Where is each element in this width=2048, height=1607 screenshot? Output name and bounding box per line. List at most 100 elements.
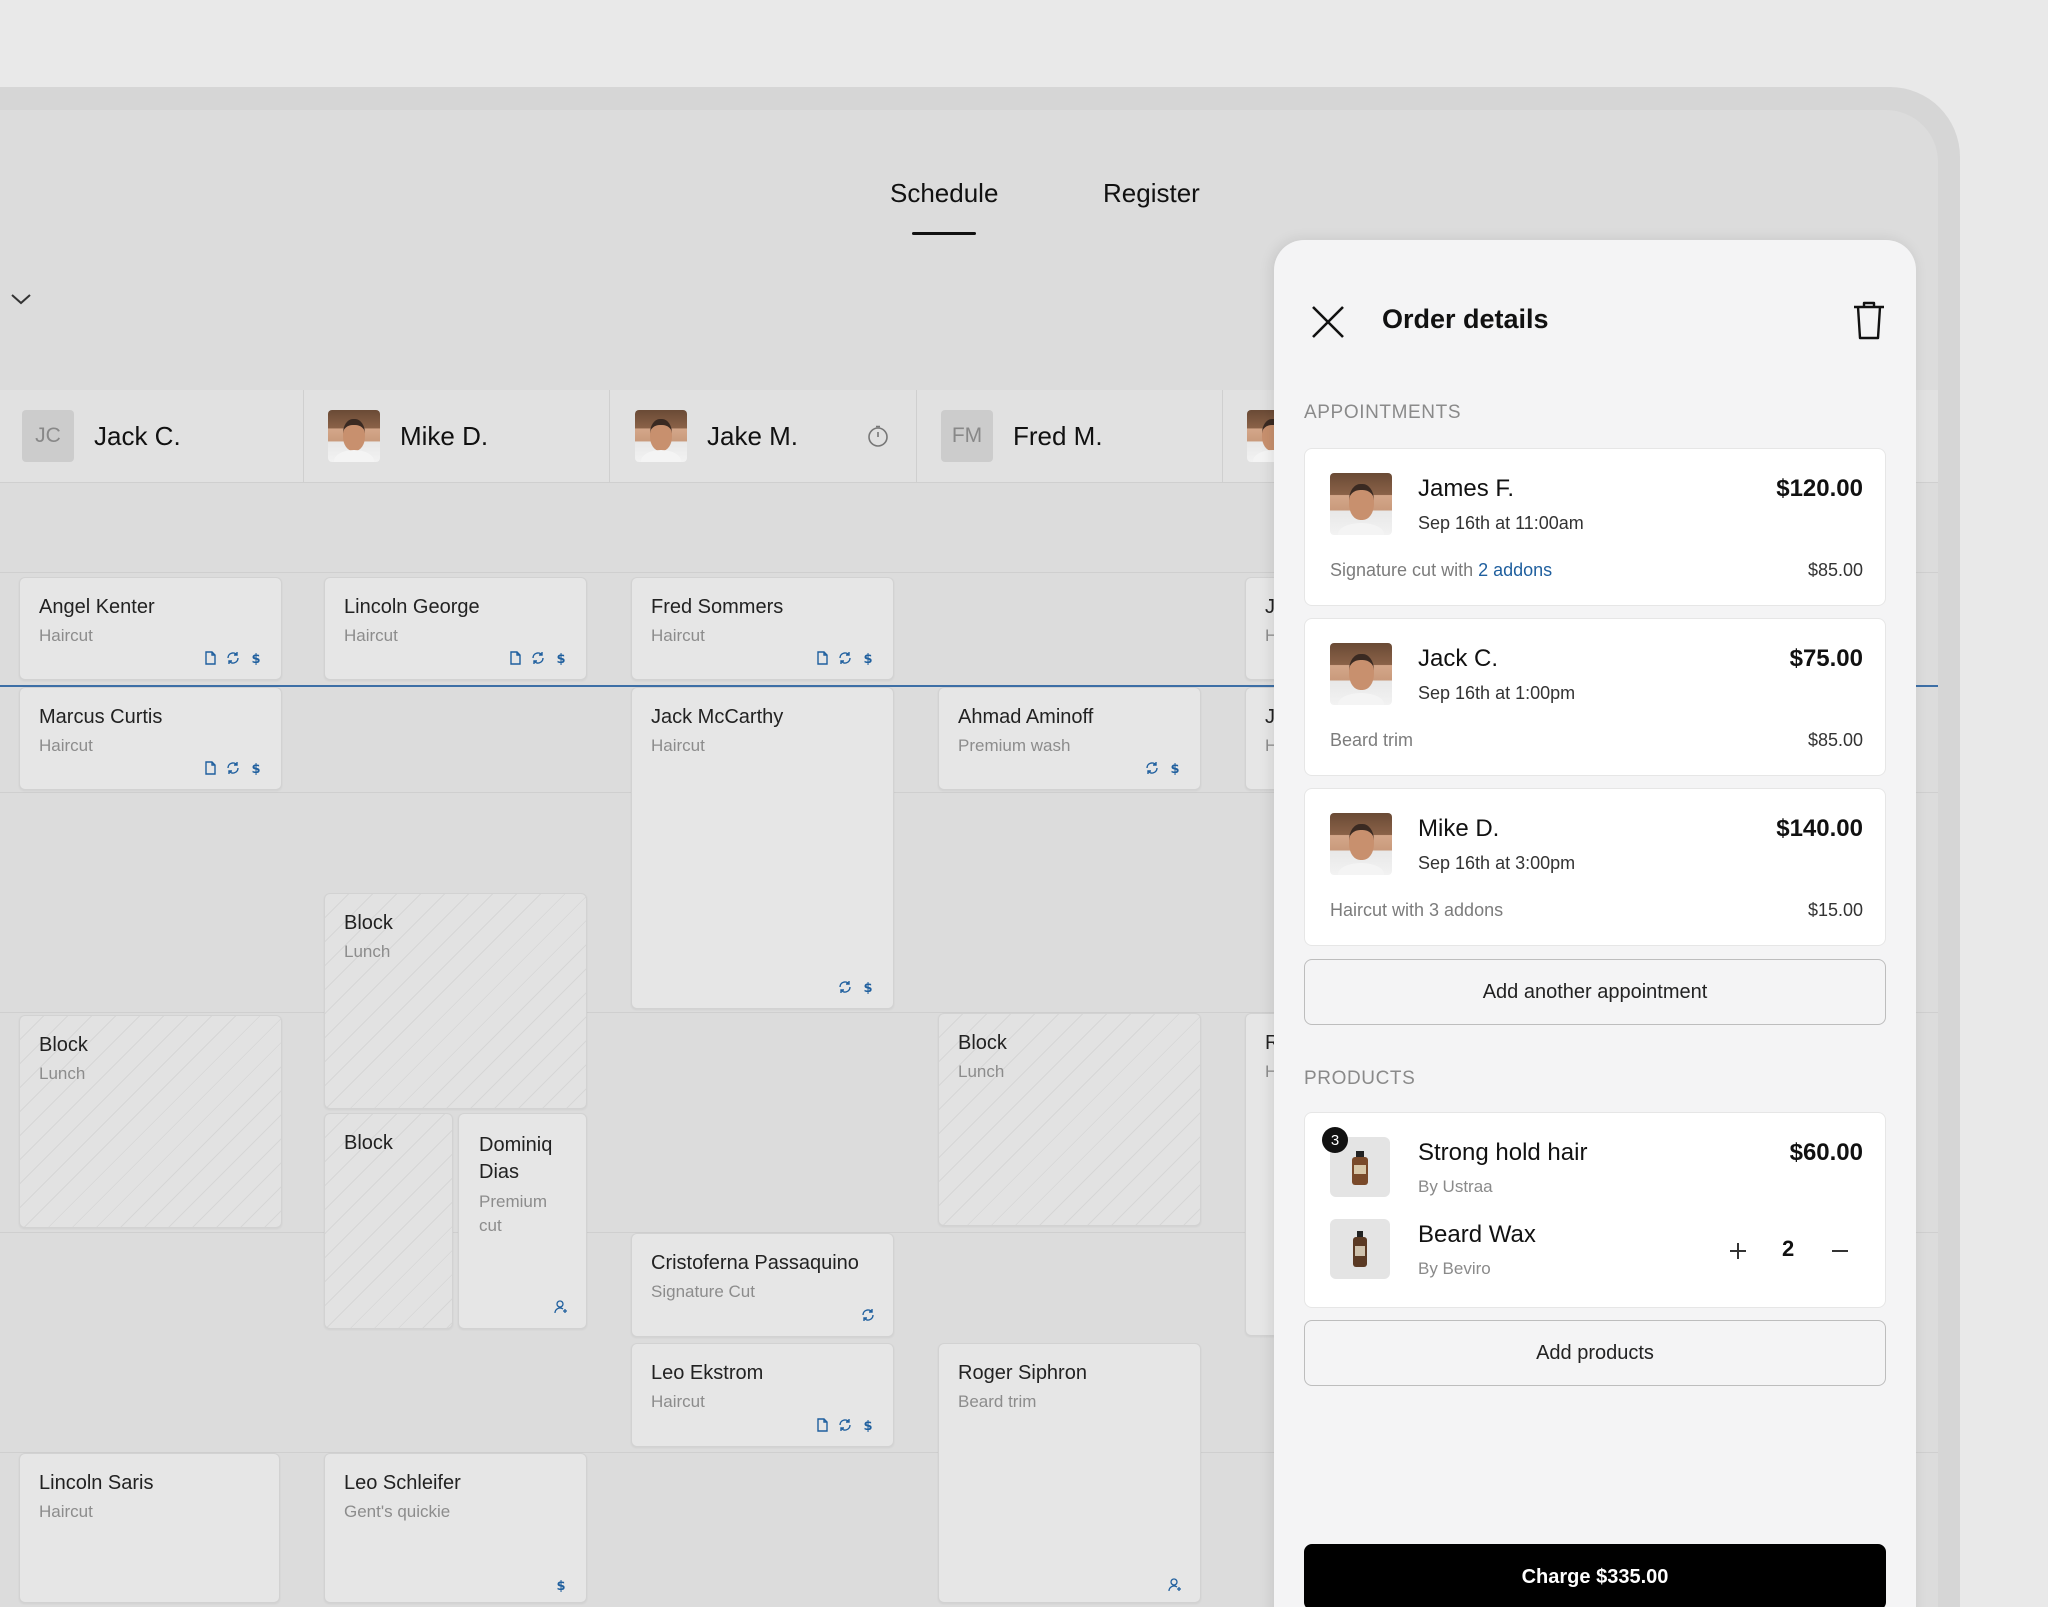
client-name: Marcus Curtis	[39, 706, 163, 728]
block-title: Block	[958, 1032, 1007, 1054]
addons-link[interactable]: 2 addons	[1478, 560, 1552, 580]
client-name: Ahmad Aminoff	[958, 706, 1094, 728]
appointment-card[interactable]: Lincoln George Haircut $	[324, 577, 587, 680]
charge-button[interactable]: Charge $335.00	[1304, 1544, 1886, 1607]
repeat-icon	[1146, 762, 1158, 774]
appointment-card[interactable]: Cristoferna Passaquino Signature Cut	[631, 1233, 894, 1337]
note-icon	[817, 651, 828, 665]
client-name: Cristoferna Passaquino	[651, 1252, 859, 1274]
barber-name: James F.	[1418, 475, 1515, 502]
staff-column-fred-m[interactable]: FM Fred M.	[917, 390, 1223, 482]
service-price: $85.00	[1807, 560, 1863, 580]
dollar-icon: $	[556, 1579, 565, 1592]
service-name: Signature Cut	[651, 1282, 755, 1301]
client-name: Lincoln George	[344, 596, 480, 618]
block-reason: Lunch	[344, 942, 391, 961]
person-add-icon	[1168, 1578, 1181, 1592]
avatar	[328, 410, 380, 462]
appointment-card[interactable]: Lincoln Saris Haircut	[19, 1453, 280, 1603]
product-brand: By Beviro	[1418, 1259, 1491, 1278]
appointment-card[interactable]: Leo Schleifer Gent's quickie $	[324, 1453, 587, 1603]
repeat-icon	[839, 1419, 851, 1431]
order-appointment-card[interactable]: James F. Sep 16th at 11:00am $120.00 Sig…	[1304, 448, 1886, 606]
plus-icon[interactable]	[1725, 1238, 1751, 1264]
appointment-card[interactable]: Roger Siphron Beard trim	[938, 1343, 1201, 1603]
block-card[interactable]: Block Lunch	[324, 893, 587, 1109]
order-appointment-card[interactable]: Jack C. Sep 16th at 1:00pm $75.00 Beard …	[1304, 618, 1886, 776]
appointment-card[interactable]: Marcus Curtis Haircut $	[19, 687, 282, 790]
svg-text:$: $	[556, 652, 565, 665]
service-description: Signature cut with 2 addons	[1330, 560, 1553, 580]
tablet-frame: Schedule Register JC Jack C. Mike D. Jak…	[0, 87, 1960, 1607]
dollar-icon: $	[251, 652, 260, 665]
staff-name: Fred M.	[1013, 420, 1103, 451]
order-appointment-card[interactable]: Mike D. Sep 16th at 3:00pm $140.00 Hairc…	[1304, 788, 1886, 946]
products-card: 3 Strong hold hair By Ustraa $60.00 Bear…	[1304, 1112, 1886, 1308]
client-name: Leo Schleifer	[344, 1472, 461, 1494]
service-name: Premium wash	[958, 736, 1071, 755]
note-icon	[205, 651, 216, 665]
service-name: Haircut	[39, 736, 93, 755]
service-name: Haircut	[39, 626, 93, 645]
timer-icon[interactable]	[866, 424, 890, 448]
service-name: Haircut	[651, 736, 705, 755]
product-price: $60.00	[1789, 1139, 1863, 1166]
note-icon	[510, 651, 521, 665]
tab-schedule[interactable]: Schedule	[890, 178, 998, 235]
staff-column-jake-m[interactable]: Jake M.	[611, 390, 917, 482]
client-name: Roger Siphron	[958, 1362, 1087, 1384]
service-price: $85.00	[1807, 730, 1863, 750]
dollar-icon: $	[1170, 762, 1179, 775]
chevron-down-icon[interactable]	[10, 288, 32, 310]
app-screen: Schedule Register JC Jack C. Mike D. Jak…	[0, 110, 1938, 1607]
svg-text:$: $	[251, 652, 260, 665]
quantity-badge: 3	[1322, 1127, 1348, 1153]
repeat-icon	[227, 652, 239, 664]
avatar	[635, 410, 687, 462]
dollar-icon: $	[556, 652, 565, 665]
service-name: Haircut	[651, 626, 705, 645]
appointment-card[interactable]: Ahmad Aminoff Premium wash $	[938, 687, 1201, 790]
appointment-card[interactable]: Fred Sommers Haircut $	[631, 577, 894, 680]
svg-text:$: $	[1170, 762, 1179, 775]
svg-text:$: $	[556, 1579, 565, 1592]
appointment-card[interactable]: Jack McCarthy Haircut $	[631, 687, 894, 1009]
staff-name: Jack C.	[94, 420, 181, 451]
tab-register[interactable]: Register	[1103, 178, 1200, 209]
repeat-icon	[839, 652, 851, 664]
products-section-label: PRODUCTS	[1304, 1068, 1416, 1089]
add-appointment-button[interactable]: Add another appointment	[1304, 959, 1886, 1025]
appointment-time: Sep 16th at 1:00pm	[1418, 683, 1576, 703]
appointment-card[interactable]: Leo Ekstrom Haircut $	[631, 1343, 894, 1447]
block-card[interactable]: Block Lunch	[19, 1015, 282, 1228]
staff-column-jack-c[interactable]: JC Jack C.	[0, 390, 304, 482]
client-name: Fred Sommers	[651, 596, 784, 618]
block-card[interactable]: Block Lunch	[938, 1013, 1201, 1226]
dollar-icon: $	[251, 762, 260, 775]
block-card[interactable]: Block	[324, 1113, 453, 1329]
block-title: Block	[344, 912, 393, 934]
note-icon	[817, 1418, 828, 1432]
minus-icon[interactable]	[1827, 1238, 1853, 1264]
note-icon	[205, 761, 216, 775]
quantity-value: 2	[1782, 1236, 1795, 1261]
dollar-icon: $	[863, 652, 872, 665]
appointment-card[interactable]: Dominiq Dias Premium cut	[458, 1113, 587, 1329]
close-icon[interactable]	[1310, 304, 1346, 340]
staff-name: Mike D.	[400, 420, 489, 451]
service-name: Premium cut	[479, 1192, 548, 1235]
service-name: Haircut	[39, 1502, 93, 1521]
avatar	[1330, 473, 1392, 535]
block-title: Block	[344, 1132, 393, 1154]
avatar: JC	[22, 410, 74, 462]
trash-icon[interactable]	[1852, 300, 1886, 340]
svg-text:$: $	[251, 762, 260, 775]
appointment-price: $75.00	[1789, 645, 1863, 672]
staff-column-mike-d[interactable]: Mike D.	[304, 390, 610, 482]
appointment-price: $120.00	[1776, 475, 1863, 502]
avatar	[1330, 813, 1392, 875]
repeat-icon	[839, 981, 851, 993]
product-name: Strong hold hair	[1418, 1139, 1588, 1166]
add-products-button[interactable]: Add products	[1304, 1320, 1886, 1386]
appointment-card[interactable]: Angel Kenter Haircut $	[19, 577, 282, 680]
